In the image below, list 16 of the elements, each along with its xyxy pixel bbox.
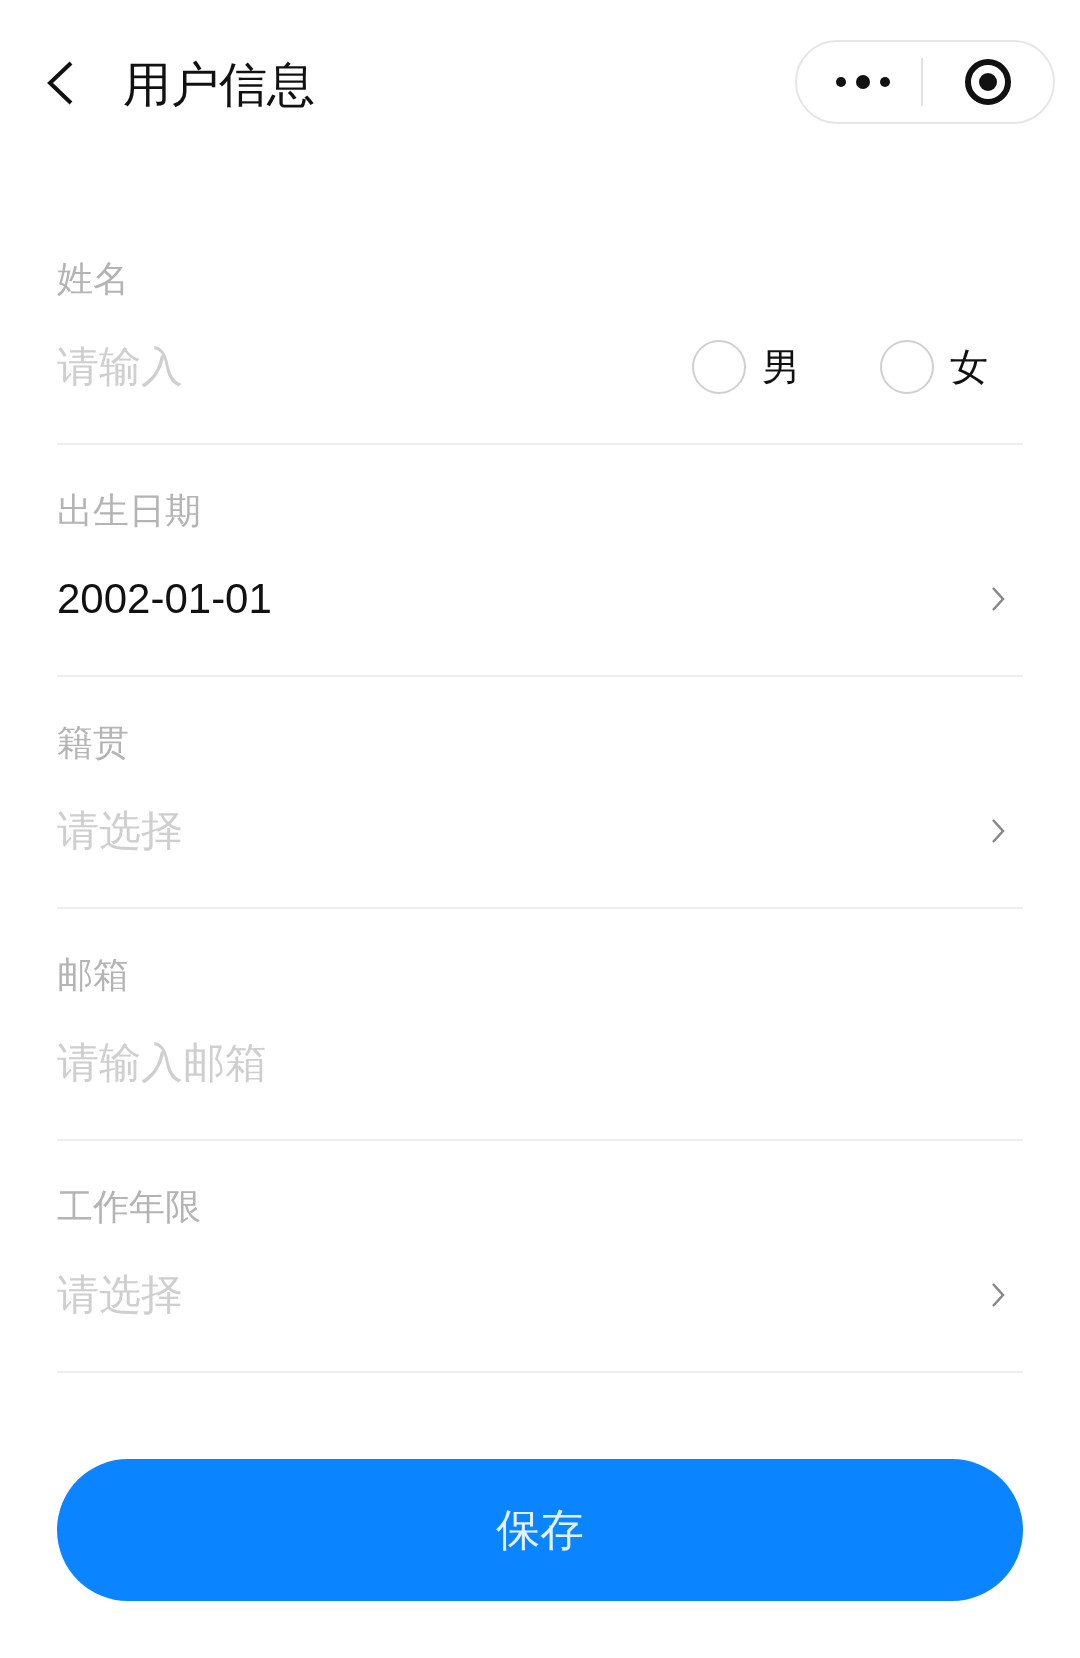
field-label: 姓名 [57,257,130,301]
more-icon[interactable] [835,74,891,90]
back-icon[interactable] [45,60,75,106]
chevron-right-icon [991,586,1005,612]
page-title: 用户信息 [123,56,315,112]
radio-label[interactable]: 男 [762,341,800,393]
chevron-right-icon [991,818,1005,844]
radio-button[interactable] [692,340,746,394]
field-label: 邮箱 [57,953,130,997]
radio-button[interactable] [880,340,934,394]
chevron-right-icon [991,1282,1005,1308]
picker-value[interactable]: 2002-01-01 [57,569,272,629]
field-label: 出生日期 [57,489,202,533]
field-label: 工作年限 [57,1185,202,1229]
radio-label[interactable]: 女 [950,341,988,393]
field-label: 籍贯 [57,721,130,765]
